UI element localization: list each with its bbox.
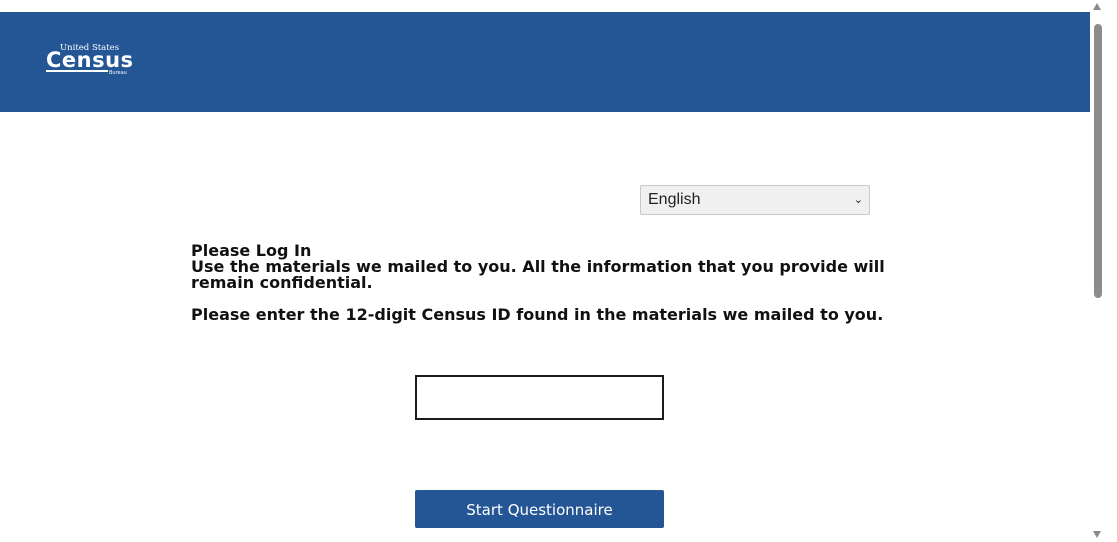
start-questionnaire-button[interactable]: Start Questionnaire [415, 490, 664, 528]
top-strip [0, 0, 1090, 12]
scroll-down-arrow-icon[interactable] [1093, 531, 1101, 538]
page: United States Census Bureau English ⌄ Pl… [0, 0, 1117, 542]
scrollbar-thumb[interactable] [1094, 24, 1102, 298]
language-select[interactable]: English ⌄ [640, 185, 870, 215]
census-id-prompt: Please enter the 12-digit Census ID foun… [191, 305, 884, 324]
logo-main-text: Census [46, 48, 134, 72]
site-header: United States Census Bureau [0, 12, 1090, 112]
logo-bottom-text: Bureau [108, 70, 128, 76]
login-text-block: Please Log In Use the materials we maile… [191, 243, 891, 323]
language-select-value: English [648, 191, 701, 208]
login-instructions: Use the materials we mailed to you. All … [191, 257, 885, 292]
scroll-up-arrow-icon[interactable] [1093, 3, 1101, 10]
logo-underline [46, 70, 110, 72]
census-id-input[interactable] [415, 375, 664, 420]
chevron-down-icon: ⌄ [853, 194, 863, 206]
census-bureau-logo[interactable]: United States Census Bureau [46, 43, 146, 93]
